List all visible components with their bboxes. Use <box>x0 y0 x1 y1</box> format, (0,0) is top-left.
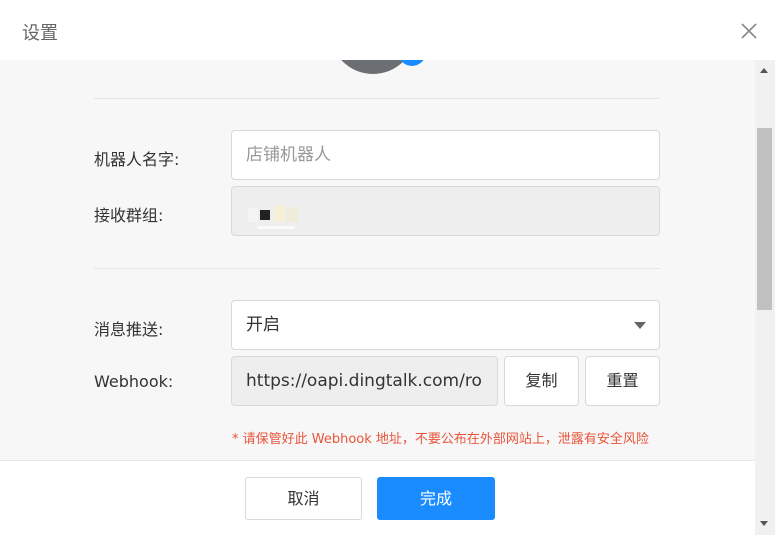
webhook-label: Webhook: <box>94 372 174 391</box>
webhook-warning: * 请保管好此 Webhook 地址，不要公布在外部网站上，泄露有安全风险 <box>232 432 649 447</box>
push-select[interactable]: 开启 <box>231 300 660 350</box>
robot-name-label: 机器人名字: <box>94 150 180 169</box>
confirm-button[interactable]: 完成 <box>377 477 495 520</box>
masked-group-name <box>244 198 314 234</box>
copy-button[interactable]: 复制 <box>504 356 579 406</box>
scroll-down-arrow-icon[interactable] <box>760 521 768 526</box>
webhook-field[interactable]: https://oapi.dingtalk.com/ro <box>231 356 498 406</box>
webhook-value: https://oapi.dingtalk.com/ro <box>246 371 482 391</box>
chevron-down-icon[interactable] <box>634 322 646 329</box>
dialog-header: 设置 <box>0 0 775 60</box>
close-icon[interactable] <box>739 21 759 41</box>
push-label: 消息推送: <box>94 320 164 339</box>
dialog-body: 机器人名字: 店铺机器人 接收群组: 消息推送: 开启 Webhook: htt… <box>0 60 755 460</box>
divider <box>94 268 660 269</box>
cancel-button[interactable]: 取消 <box>245 477 362 520</box>
scroll-up-arrow-icon[interactable] <box>760 68 768 73</box>
robot-name-placeholder: 店铺机器人 <box>246 145 331 165</box>
scroll-thumb[interactable] <box>757 128 772 310</box>
reset-button[interactable]: 重置 <box>585 356 660 406</box>
push-select-value: 开启 <box>246 315 280 335</box>
divider <box>94 98 660 99</box>
scrollbar[interactable] <box>755 60 775 535</box>
dialog-title: 设置 <box>22 23 58 44</box>
group-label: 接收群组: <box>94 206 164 225</box>
robot-name-input[interactable]: 店铺机器人 <box>231 130 660 180</box>
dialog-footer: 取消 完成 <box>0 460 755 535</box>
avatar-edit-badge[interactable] <box>398 60 426 66</box>
